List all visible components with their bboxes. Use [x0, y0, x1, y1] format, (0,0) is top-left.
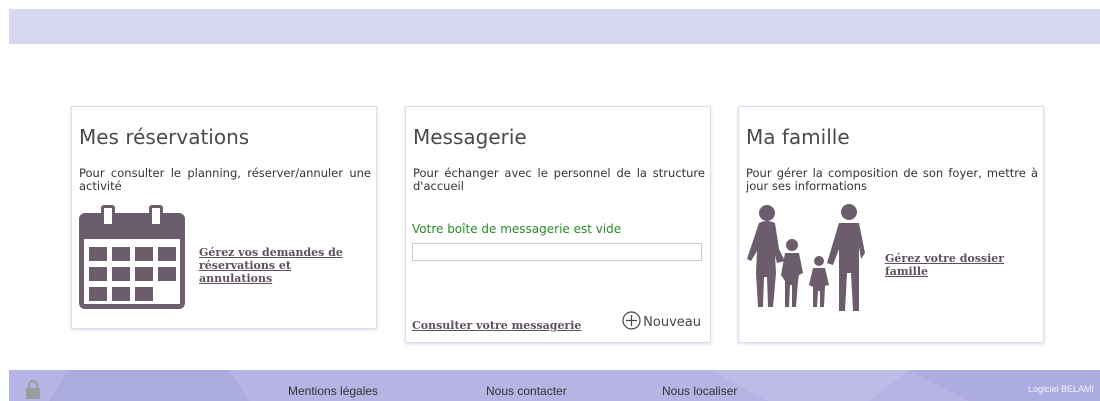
plus-circle-icon	[622, 311, 641, 334]
message-preview-box	[412, 243, 702, 261]
manage-family-link[interactable]: Gérez votre dossier famille	[885, 252, 1025, 278]
family-card: Ma famille Pour gérer la composition de …	[738, 106, 1044, 343]
lock-icon[interactable]	[25, 379, 41, 401]
open-messaging-link[interactable]: Consulter votre messagerie	[412, 319, 581, 332]
family-title: Ma famille	[746, 125, 850, 149]
reservations-description: Pour consulter le planning, réserver/ann…	[79, 166, 371, 193]
footer-bar: Mentions légales Nous contacter Nous loc…	[9, 370, 1100, 401]
contact-us-link[interactable]: Nous contacter	[486, 384, 567, 398]
messaging-title: Messagerie	[413, 125, 527, 149]
software-brand[interactable]: Logiciel BELAMI	[1028, 384, 1094, 394]
manage-reservations-link[interactable]: Gérez vos demandes de réservations et an…	[199, 246, 364, 285]
calendar-icon	[79, 205, 185, 313]
family-icon	[743, 203, 871, 319]
new-message-button[interactable]: Nouveau	[622, 311, 701, 334]
empty-inbox-status: Votre boîte de messagerie est vide	[412, 222, 622, 236]
reservations-card: Mes réservations Pour consulter le plann…	[71, 106, 377, 329]
legal-notices-link[interactable]: Mentions légales	[288, 384, 378, 398]
reservations-title: Mes réservations	[79, 125, 250, 149]
messaging-description: Pour échanger avec le personnel de la st…	[413, 166, 705, 193]
messaging-card: Messagerie Pour échanger avec le personn…	[405, 106, 711, 343]
header-band	[9, 9, 1100, 44]
locate-us-link[interactable]: Nous localiser	[662, 384, 737, 398]
new-message-label: Nouveau	[643, 315, 701, 330]
family-description: Pour gérer la composition de son foyer, …	[746, 166, 1038, 193]
